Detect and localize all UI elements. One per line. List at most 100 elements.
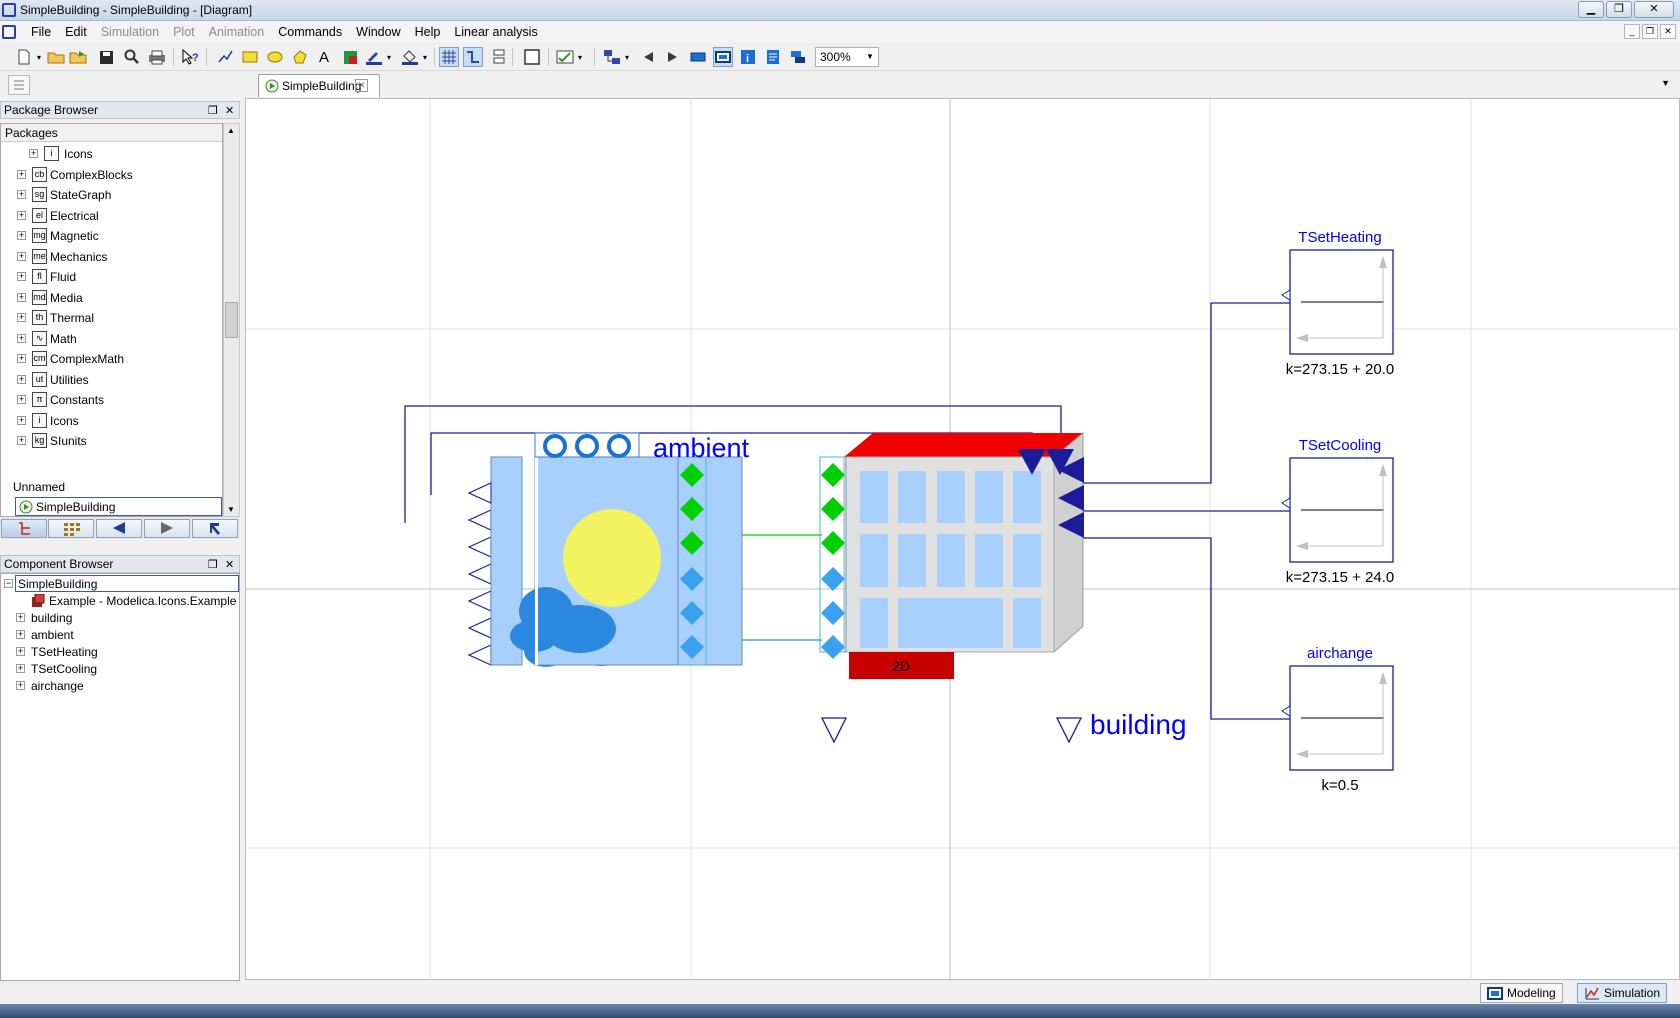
back-button[interactable] bbox=[96, 519, 142, 538]
tab-simplebuilding[interactable]: SimpleBuilding ✕ bbox=[258, 74, 380, 97]
expand-icon[interactable]: + bbox=[17, 354, 26, 363]
whats-this-icon[interactable]: ? bbox=[180, 47, 200, 67]
ambient-input-ports bbox=[467, 482, 492, 666]
mdi-restore-button[interactable]: ❐ bbox=[1642, 24, 1658, 39]
new-dropdown-icon[interactable]: ▾ bbox=[34, 47, 44, 67]
toggle-grid-icon[interactable] bbox=[439, 47, 459, 67]
draw-text-icon[interactable]: A bbox=[314, 47, 334, 67]
menu-plot[interactable]: Plot bbox=[166, 25, 202, 39]
manhattanize-icon[interactable] bbox=[463, 47, 483, 67]
block-tsetheating[interactable]: TSetHeating k=273.15 + 20.0 bbox=[1281, 229, 1394, 378]
align-icon[interactable] bbox=[489, 47, 509, 67]
forward-arrow-icon[interactable] bbox=[663, 47, 683, 67]
package-icon: i bbox=[32, 412, 47, 428]
diagram-canvas[interactable]: 2D ambient building TSetHeating k=273.15… bbox=[245, 98, 1680, 981]
close-button[interactable]: ✕ bbox=[1634, 1, 1674, 18]
mdi-minimize-button[interactable]: _ bbox=[1624, 24, 1640, 39]
tab-close-icon[interactable]: ✕ bbox=[355, 79, 368, 92]
zoom-select[interactable]: 300% ▼ bbox=[815, 47, 879, 67]
expand-icon[interactable]: + bbox=[17, 374, 26, 384]
draw-ellipse-icon[interactable] bbox=[265, 47, 285, 67]
check-icon[interactable] bbox=[555, 47, 575, 67]
back-arrow-icon[interactable] bbox=[638, 47, 658, 67]
coordinate-system-icon[interactable] bbox=[522, 47, 542, 67]
draw-rectangle-icon[interactable] bbox=[240, 47, 260, 67]
expand-icon[interactable]: + bbox=[17, 415, 26, 425]
draw-polygon-icon[interactable] bbox=[290, 47, 310, 67]
open-icon[interactable] bbox=[68, 47, 88, 67]
used-classes-layer-icon[interactable] bbox=[788, 47, 808, 67]
fill-color-dropdown-icon[interactable]: ▾ bbox=[420, 47, 430, 67]
expand-icon[interactable]: + bbox=[16, 681, 25, 690]
expand-icon[interactable]: + bbox=[29, 149, 38, 158]
fill-color-icon[interactable] bbox=[400, 47, 420, 67]
float-icon[interactable]: ❐ bbox=[208, 558, 218, 571]
minimize-button[interactable]: ▁ bbox=[1578, 1, 1604, 18]
forward-button[interactable] bbox=[144, 519, 190, 538]
menu-edit[interactable]: Edit bbox=[58, 25, 94, 39]
expand-icon[interactable]: + bbox=[17, 313, 26, 322]
close-icon[interactable]: ✕ bbox=[225, 104, 234, 117]
modeling-mode-button[interactable]: Modeling bbox=[1480, 983, 1563, 1003]
close-icon[interactable]: ✕ bbox=[225, 558, 234, 571]
menu-window[interactable]: Window bbox=[349, 25, 407, 39]
expand-icon[interactable]: + bbox=[17, 169, 26, 179]
menu-help[interactable]: Help bbox=[408, 25, 448, 39]
check-dropdown-icon[interactable]: ▾ bbox=[575, 47, 585, 67]
menu-commands[interactable]: Commands bbox=[271, 25, 349, 39]
modelica-text-layer-icon[interactable] bbox=[763, 47, 783, 67]
component-root[interactable]: SimpleBuilding bbox=[15, 575, 239, 592]
documentation-layer-icon[interactable]: i bbox=[738, 47, 758, 67]
package-selected-simplebuilding[interactable]: SimpleBuilding bbox=[15, 497, 222, 516]
new-file-icon[interactable] bbox=[14, 47, 34, 67]
expand-icon[interactable]: + bbox=[17, 210, 26, 220]
panel-toggle-icon[interactable] bbox=[8, 75, 30, 95]
expand-icon[interactable]: + bbox=[17, 272, 26, 281]
search-icon[interactable] bbox=[122, 47, 142, 67]
menu-linear-analysis[interactable]: Linear analysis bbox=[447, 25, 544, 39]
svg-text:?: ? bbox=[192, 52, 199, 64]
simulation-mode-button[interactable]: Simulation bbox=[1577, 983, 1668, 1003]
expand-icon[interactable]: + bbox=[17, 190, 26, 199]
mdi-close-button[interactable]: ✕ bbox=[1660, 24, 1676, 39]
line-color-dropdown-icon[interactable]: ▾ bbox=[384, 47, 394, 67]
draw-bitmap-icon[interactable] bbox=[340, 47, 360, 67]
expand-icon[interactable]: + bbox=[16, 664, 25, 673]
expand-icon[interactable]: + bbox=[16, 613, 25, 622]
go-up-button[interactable] bbox=[192, 519, 238, 538]
package-icon: sg bbox=[32, 187, 47, 202]
expand-icon[interactable]: + bbox=[17, 231, 26, 240]
expand-icon[interactable]: + bbox=[17, 251, 26, 261]
expand-icon[interactable]: + bbox=[17, 292, 26, 302]
expand-icon[interactable]: + bbox=[16, 647, 25, 656]
maximize-button[interactable]: ❐ bbox=[1606, 1, 1632, 18]
block-tsetcooling[interactable]: TSetCooling k=273.15 + 24.0 bbox=[1281, 437, 1394, 586]
menu-simulation[interactable]: Simulation bbox=[94, 25, 166, 39]
hierarchy-icon[interactable] bbox=[602, 47, 622, 67]
menu-file[interactable]: File bbox=[24, 25, 58, 39]
save-icon[interactable] bbox=[96, 47, 116, 67]
icon-layer-icon[interactable] bbox=[688, 47, 708, 67]
chevron-down-icon[interactable]: ▼ bbox=[863, 49, 877, 65]
menu-animation[interactable]: Animation bbox=[202, 25, 272, 39]
diagram-layer-icon[interactable] bbox=[713, 47, 733, 67]
package-item-label: Mechanics bbox=[50, 249, 108, 264]
package-scrollbar[interactable]: ▲ ▼ bbox=[223, 123, 240, 517]
expand-icon[interactable]: + bbox=[17, 333, 26, 343]
hierarchy-dropdown-icon[interactable]: ▾ bbox=[622, 47, 632, 67]
line-color-icon[interactable] bbox=[364, 47, 384, 67]
expand-icon[interactable]: + bbox=[17, 395, 26, 404]
block-airchange[interactable]: airchange k=0.5 bbox=[1281, 645, 1394, 794]
tree-view-button[interactable] bbox=[1, 519, 47, 538]
float-icon[interactable]: ❐ bbox=[208, 104, 218, 117]
tab-list-chevron-icon[interactable]: ▼ bbox=[1661, 78, 1670, 88]
app-menu-icon[interactable] bbox=[2, 25, 16, 39]
expand-icon[interactable]: + bbox=[16, 630, 25, 639]
open-folder-icon[interactable] bbox=[46, 47, 66, 67]
print-icon[interactable] bbox=[147, 47, 167, 67]
draw-line-icon[interactable] bbox=[215, 47, 235, 67]
scrollbar-thumb[interactable] bbox=[225, 302, 238, 338]
package-item-label: Icons bbox=[64, 147, 93, 161]
expand-icon[interactable]: + bbox=[17, 436, 26, 445]
icon-view-button[interactable] bbox=[48, 519, 94, 538]
